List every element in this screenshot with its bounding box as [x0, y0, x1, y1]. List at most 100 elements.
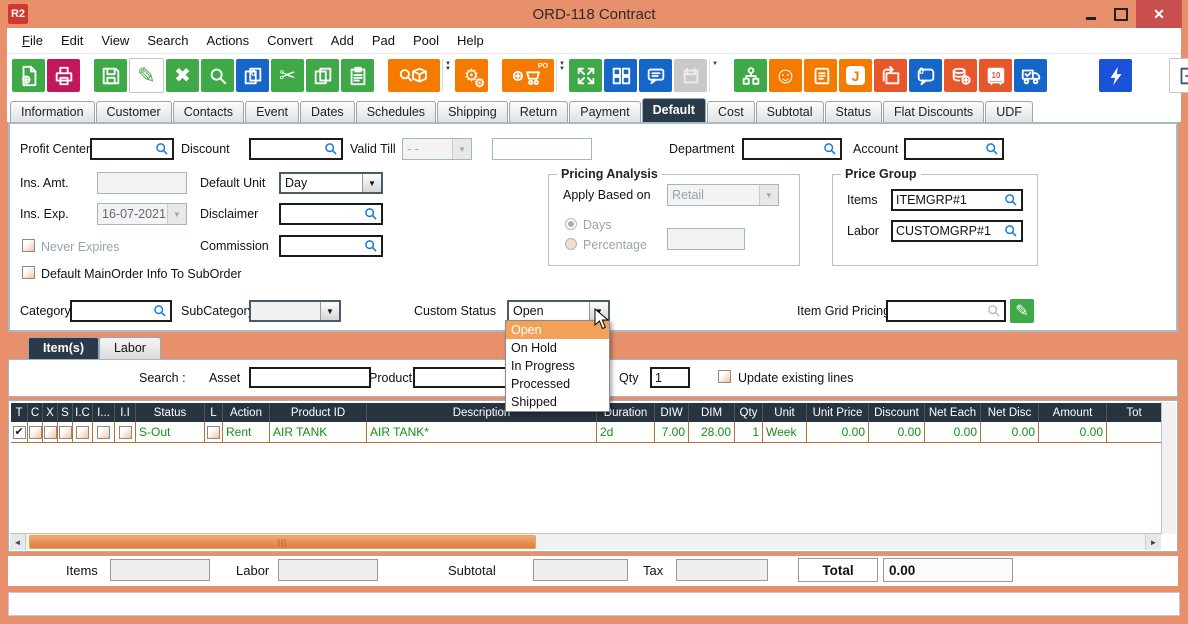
qty-input[interactable]: 1 — [650, 367, 690, 388]
menu-add[interactable]: Add — [322, 33, 363, 48]
account-input[interactable] — [904, 138, 1004, 160]
row-net-disc[interactable]: 0.00 — [981, 422, 1039, 443]
item-search-button[interactable] — [388, 59, 440, 92]
copy-count-button[interactable]: 0 — [236, 59, 269, 92]
row-unit-price[interactable]: 0.00 — [807, 422, 869, 443]
subcategory-dropdown[interactable]: ▼ — [249, 300, 341, 322]
journal-button[interactable]: J — [839, 59, 872, 92]
default-mainorder-checkbox[interactable] — [22, 266, 35, 279]
option-on-hold[interactable]: On Hold — [506, 339, 609, 357]
col-unit-price[interactable]: Unit Price — [807, 403, 869, 422]
menu-pool[interactable]: Pool — [404, 33, 448, 48]
tab-labor[interactable]: Labor — [99, 337, 161, 359]
col-qty[interactable]: Qty — [735, 403, 763, 422]
item-grid-pricing-input[interactable] — [886, 300, 1006, 322]
notes-button[interactable] — [639, 59, 672, 92]
menu-search[interactable]: Search — [138, 33, 197, 48]
col-diw[interactable]: DIW — [655, 403, 689, 422]
option-processed[interactable]: Processed — [506, 375, 609, 393]
row-tot[interactable] — [1107, 422, 1161, 443]
tab-cost[interactable]: Cost — [707, 101, 755, 122]
row-l-checkbox[interactable] — [207, 426, 220, 439]
search-icon[interactable] — [324, 142, 338, 156]
workflow-button[interactable] — [604, 59, 637, 92]
tab-dates[interactable]: Dates — [300, 101, 355, 122]
option-shipped[interactable]: Shipped — [506, 393, 609, 411]
vault-button[interactable]: 10 — [979, 59, 1012, 92]
col-il[interactable]: I... — [93, 403, 115, 422]
exit-button[interactable] — [1169, 58, 1188, 93]
scrollbar-thumb[interactable]: ||| — [29, 535, 536, 549]
update-existing-lines-checkbox[interactable] — [718, 370, 731, 383]
close-button[interactable]: ✕ — [1136, 0, 1182, 28]
search-icon[interactable] — [364, 207, 378, 221]
tab-status[interactable]: Status — [825, 101, 882, 122]
tab-customer[interactable]: Customer — [96, 101, 172, 122]
tab-items[interactable]: Item(s) — [28, 337, 99, 359]
tab-contacts[interactable]: Contacts — [173, 101, 244, 122]
row-ic-checkbox[interactable] — [76, 426, 89, 439]
horizontal-scrollbar[interactable]: ◄ ||| ► — [10, 533, 1161, 550]
contract-button[interactable] — [804, 59, 837, 92]
menu-view[interactable]: View — [92, 33, 138, 48]
process-button[interactable]: ⚙⚙ — [455, 59, 488, 92]
department-input[interactable] — [742, 138, 842, 160]
asset-input[interactable] — [249, 367, 371, 388]
tab-return[interactable]: Return — [509, 101, 569, 122]
col-ic[interactable]: I.C — [73, 403, 93, 422]
scroll-left-arrow[interactable]: ◄ — [10, 534, 26, 550]
row-s-checkbox[interactable] — [59, 426, 72, 439]
toolbar-overflow-button[interactable]: ▼▼ — [442, 59, 453, 92]
search-icon[interactable] — [153, 304, 167, 318]
row-net-each[interactable]: 0.00 — [925, 422, 981, 443]
col-net-each[interactable]: Net Each — [925, 403, 981, 422]
col-c[interactable]: C — [28, 403, 43, 422]
tab-information[interactable]: Information — [10, 101, 95, 122]
menu-help[interactable]: Help — [448, 33, 493, 48]
col-tot[interactable]: Tot — [1107, 403, 1161, 422]
search-icon[interactable] — [364, 239, 378, 253]
price-group-items-input[interactable]: ITEMGRP#1 — [891, 189, 1023, 211]
valid-till-dropdown[interactable]: - -▼ — [402, 138, 472, 160]
row-diw[interactable]: 7.00 — [655, 422, 689, 443]
col-t[interactable]: T — [11, 403, 28, 422]
search-icon[interactable] — [985, 142, 999, 156]
col-product-id[interactable]: Product ID — [270, 403, 367, 422]
discount-input[interactable] — [249, 138, 343, 160]
profit-center-input[interactable] — [90, 138, 174, 160]
search-icon[interactable] — [1004, 193, 1018, 207]
toolbar-overflow-button[interactable]: ▼▼ — [556, 59, 567, 92]
row-c-checkbox[interactable] — [29, 426, 42, 439]
default-unit-dropdown[interactable]: Day▼ — [279, 172, 383, 194]
menu-file[interactable]: File — [13, 33, 52, 48]
row-product-id[interactable]: AIR TANK — [270, 422, 367, 443]
quick-action-button[interactable] — [1099, 59, 1132, 92]
org-tree-button[interactable] — [734, 59, 767, 92]
table-row[interactable]: S-Out Rent AIR TANK AIR TANK* 2d 7.00 28… — [11, 422, 1161, 443]
edit-button[interactable]: ✎ — [129, 58, 164, 93]
col-status[interactable]: Status — [136, 403, 205, 422]
copy-button[interactable] — [306, 59, 339, 92]
col-amount[interactable]: Amount — [1039, 403, 1107, 422]
expand-button[interactable] — [569, 59, 602, 92]
menu-pad[interactable]: Pad — [363, 33, 404, 48]
row-action[interactable]: Rent — [223, 422, 270, 443]
search-button[interactable] — [201, 59, 234, 92]
new-order-button[interactable] — [12, 59, 45, 92]
row-amount[interactable]: 0.00 — [1039, 422, 1107, 443]
paste-button[interactable] — [341, 59, 374, 92]
item-grid-pricing-edit-button[interactable]: ✎ — [1010, 299, 1034, 323]
col-unit[interactable]: Unit — [763, 403, 807, 422]
tab-udf[interactable]: UDF — [985, 101, 1033, 122]
vertical-scrollbar[interactable] — [1161, 402, 1176, 534]
tab-payment[interactable]: Payment — [569, 101, 640, 122]
customer-button[interactable]: ☺ — [769, 59, 802, 92]
minimize-button[interactable] — [1076, 0, 1106, 28]
scroll-right-arrow[interactable]: ► — [1145, 534, 1161, 550]
shipping-button[interactable] — [1014, 59, 1047, 92]
option-in-progress[interactable]: In Progress — [506, 357, 609, 375]
col-dim[interactable]: DIM — [689, 403, 735, 422]
row-t-checkbox[interactable] — [13, 426, 26, 439]
toolbar-overflow-button[interactable]: ▼ — [709, 59, 720, 92]
row-x-checkbox[interactable] — [44, 426, 57, 439]
